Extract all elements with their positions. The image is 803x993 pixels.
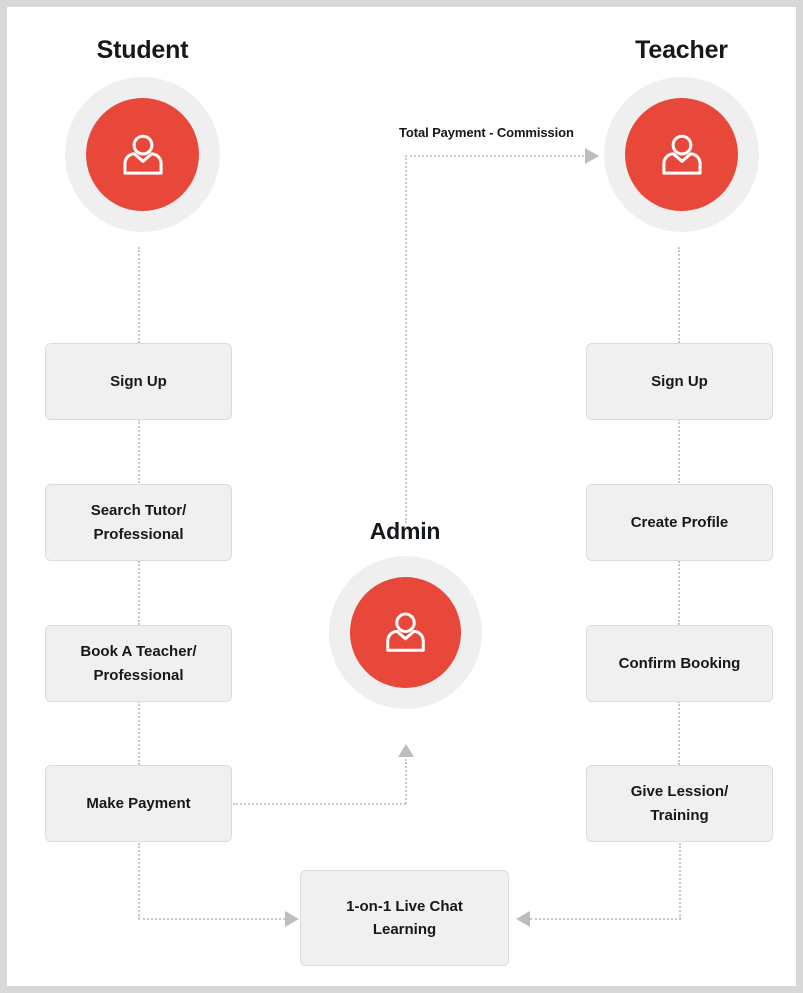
diagram-canvas: Student Teacher Admin Total Payment - Co…	[7, 7, 796, 986]
step-box-student-make-payment[interactable]: Make Payment	[45, 765, 232, 842]
person-icon	[86, 98, 199, 211]
arrow-teacher-to-chat	[516, 911, 530, 927]
actor-admin: Admin	[325, 520, 485, 709]
connector-student-to-chat-vertical	[138, 843, 140, 919]
step-label: Sign Up	[651, 372, 708, 390]
connector-teacher-avatar-to-signup	[678, 247, 680, 343]
person-icon	[625, 98, 738, 211]
connector-teacher-booking-to-lesson	[678, 701, 680, 765]
step-box-student-book-teacher[interactable]: Book A Teacher/ Professional	[45, 625, 232, 702]
step-box-teacher-sign-up[interactable]: Sign Up	[586, 343, 773, 420]
connector-student-avatar-to-signup	[138, 247, 140, 343]
connector-student-signup-to-search	[138, 419, 140, 483]
step-label: Search Tutor/ Professional	[90, 502, 187, 543]
actor-teacher: Teacher	[600, 38, 763, 232]
actor-student-avatar	[65, 77, 220, 232]
actor-admin-title: Admin	[369, 518, 441, 544]
step-label: Sign Up	[110, 372, 167, 390]
connector-student-to-chat-horizontal	[138, 918, 289, 920]
arrow-payment-to-teacher	[585, 148, 599, 164]
arrow-to-admin	[398, 744, 414, 757]
step-label: Book A Teacher/ Professional	[80, 643, 197, 684]
connector-payment-horizontal	[405, 155, 588, 157]
step-label: Make Payment	[86, 794, 191, 812]
step-label: 1-on-1 Live Chat Learning	[346, 897, 463, 938]
step-box-teacher-give-lesson[interactable]: Give Lession/ Training	[586, 765, 773, 842]
edge-label-total-payment: Total Payment - Commission	[399, 125, 574, 140]
connector-admin-riser	[405, 759, 407, 804]
connector-teacher-profile-to-booking	[678, 561, 680, 625]
actor-admin-avatar	[328, 556, 482, 709]
arrow-student-to-chat	[285, 911, 299, 927]
connector-teacher-to-chat-vertical	[679, 843, 681, 919]
step-box-live-chat-learning[interactable]: 1-on-1 Live Chat Learning	[300, 870, 509, 966]
connector-student-search-to-book	[138, 561, 140, 625]
step-label: Confirm Booking	[618, 654, 741, 672]
diagram-root: Student Teacher Admin Total Payment - Co…	[0, 0, 803, 993]
step-box-student-sign-up[interactable]: Sign Up	[45, 343, 232, 420]
step-box-teacher-create-profile[interactable]: Create Profile	[586, 484, 773, 561]
step-label: Create Profile	[630, 513, 729, 531]
actor-student-title: Student	[96, 36, 189, 64]
connector-teacher-signup-to-profile	[678, 419, 680, 483]
actor-teacher-avatar	[604, 77, 759, 232]
connector-admin-trunk	[405, 155, 407, 523]
connector-student-book-to-payment	[138, 701, 140, 765]
connector-teacher-to-chat-horizontal	[530, 918, 681, 920]
actor-student: Student	[61, 38, 224, 232]
step-label: Give Lession/ Training	[630, 783, 729, 824]
actor-teacher-title: Teacher	[635, 36, 728, 64]
step-box-teacher-confirm-booking[interactable]: Confirm Booking	[586, 625, 773, 702]
person-icon	[349, 577, 461, 688]
connector-payment-to-admin	[233, 803, 406, 805]
step-box-student-search-tutor[interactable]: Search Tutor/ Professional	[45, 484, 232, 561]
